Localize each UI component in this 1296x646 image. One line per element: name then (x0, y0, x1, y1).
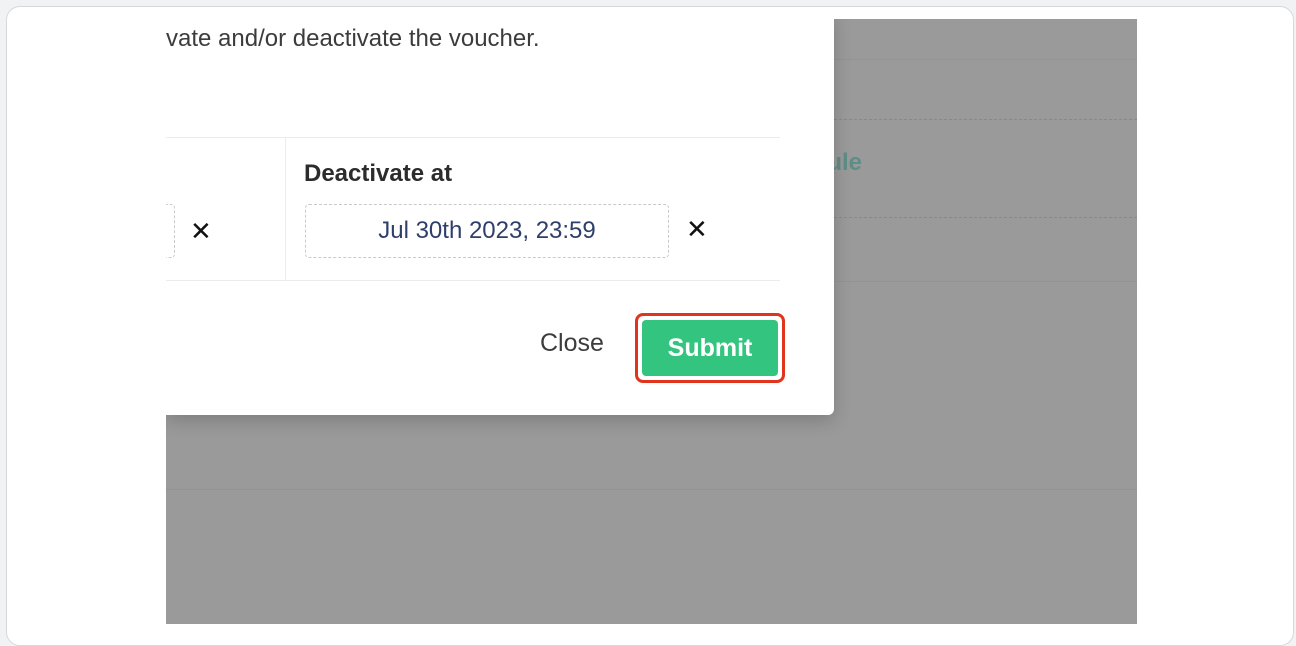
background-dashed-divider (834, 119, 1137, 120)
screenshot-frame: ule vate and/or deactivate the voucher. … (6, 6, 1294, 646)
activate-at-field[interactable] (166, 204, 175, 258)
column-divider (285, 138, 286, 280)
background-divider (166, 489, 1137, 490)
modal-description: vate and/or deactivate the voucher. (166, 25, 540, 52)
deactivate-at-field[interactable]: Jul 30th 2023, 23:59 (305, 204, 669, 258)
clear-deactivate-icon[interactable]: ✕ (686, 216, 708, 242)
clear-activate-icon[interactable]: ✕ (190, 218, 212, 244)
close-button[interactable]: Close (540, 329, 604, 358)
schedule-voucher-modal: vate and/or deactivate the voucher. ✕ De… (166, 19, 834, 415)
background-dashed-divider (834, 217, 1137, 218)
deactivate-at-label: Deactivate at (304, 160, 453, 187)
page-viewport-overlay: ule vate and/or deactivate the voucher. … (166, 19, 1137, 624)
background-divider (834, 281, 1137, 282)
schedule-row: ✕ Deactivate at Jul 30th 2023, 23:59 ✕ (166, 137, 780, 281)
background-link-fragment[interactable]: ule (834, 149, 862, 179)
background-divider (834, 59, 1137, 60)
submit-button[interactable]: Submit (642, 320, 778, 376)
